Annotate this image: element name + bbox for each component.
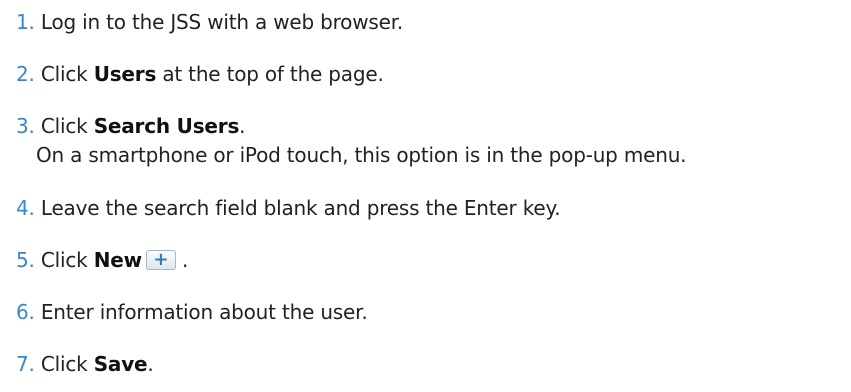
new-button-illustration: + xyxy=(145,249,176,270)
step-1: 1. Log in to the JSS with a web browser. xyxy=(16,10,403,34)
step-text: Click xyxy=(40,114,94,138)
step-6: 6. Enter information about the user. xyxy=(16,300,368,324)
instruction-list: 1. Log in to the JSS with a web browser.… xyxy=(0,0,851,392)
step-3-note: On a smartphone or iPod touch, this opti… xyxy=(36,143,687,167)
plus-icon: + xyxy=(153,249,169,270)
step-ui-term: Save xyxy=(93,352,148,376)
step-ui-term: New xyxy=(93,248,142,272)
step-number: 1. xyxy=(16,10,35,34)
step-text: Log in to the JSS with a web browser. xyxy=(40,10,404,34)
step-number: 6. xyxy=(16,300,35,324)
step-text: Enter information about the user. xyxy=(40,300,368,324)
step-2: 2. Click Users at the top of the page. xyxy=(16,62,384,86)
step-ui-term: Search Users xyxy=(93,114,240,138)
step-number: 4. xyxy=(16,196,35,220)
step-text: Click xyxy=(40,62,94,86)
step-text: . xyxy=(175,248,189,272)
step-number: 5. xyxy=(16,248,35,272)
step-number: 2. xyxy=(16,62,35,86)
step-5: 5. Click New + . xyxy=(16,248,188,272)
step-number: 3. xyxy=(16,114,35,138)
step-text: . xyxy=(147,352,154,376)
step-4: 4. Leave the search field blank and pres… xyxy=(16,196,561,220)
step-number: 7. xyxy=(16,352,35,376)
step-7: 7. Click Save. xyxy=(16,352,154,376)
step-text: Click xyxy=(40,352,94,376)
step-text: Click xyxy=(40,248,94,272)
step-text: Leave the search field blank and press t… xyxy=(40,196,561,220)
step-text: . xyxy=(239,114,246,138)
step-text: at the top of the page. xyxy=(156,62,384,86)
step-ui-term: Users xyxy=(93,62,157,86)
step-3: 3. Click Search Users. xyxy=(16,114,246,138)
